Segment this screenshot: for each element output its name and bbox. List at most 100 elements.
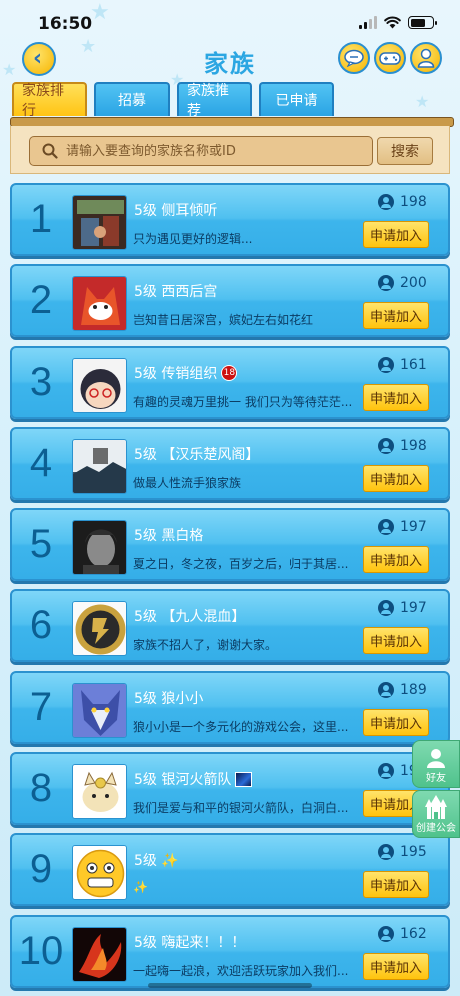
search-icon bbox=[42, 143, 58, 159]
friends-label: 好友 bbox=[426, 773, 446, 784]
member-icon bbox=[378, 275, 394, 292]
search-box bbox=[29, 136, 373, 166]
status-bar: 16:50 bbox=[0, 0, 460, 44]
member-icon bbox=[378, 763, 394, 780]
join-button[interactable]: 申请加入 bbox=[363, 383, 429, 411]
family-description: 岂知昔日居深宫，嫔妃左右如花红 bbox=[133, 313, 314, 328]
rank-number: 3 bbox=[29, 359, 53, 404]
member-count: 161 bbox=[378, 356, 427, 373]
rank-number: 2 bbox=[29, 278, 53, 323]
member-count: 198 bbox=[378, 437, 427, 454]
family-description: 狼小小是一个多元化的游戏公会，这里... bbox=[133, 719, 349, 734]
header: ‹ 家族 bbox=[0, 40, 460, 84]
family-description: 我们是爱与和平的银河火箭队，白洞白... bbox=[133, 801, 349, 816]
join-button[interactable]: 申请加入 bbox=[363, 464, 429, 492]
rank-number: 7 bbox=[29, 684, 53, 729]
table-row[interactable]: 1 5级 侧耳倾听 只为遇见更好的逻辑... 198 申请加入 bbox=[10, 183, 450, 256]
family-avatar bbox=[72, 845, 127, 901]
family-name: 5级 侧耳倾听 bbox=[134, 203, 218, 219]
member-icon bbox=[378, 194, 394, 210]
friends-button[interactable]: 好友 bbox=[412, 740, 460, 788]
family-avatar bbox=[72, 601, 127, 657]
search-input[interactable] bbox=[66, 143, 346, 159]
table-row[interactable]: 4 5级 【汉乐楚风阁】 做最人性流手狼家族 198 申请加入 bbox=[10, 426, 450, 500]
family-description: 有趣的灵魂万里挑一 我们只为等待茫茫... bbox=[133, 394, 353, 409]
tab-recruit[interactable]: 招募 bbox=[94, 82, 170, 116]
join-button[interactable]: 申请加入 bbox=[363, 708, 429, 736]
family-name: 5级 【九人混血】 bbox=[134, 609, 246, 626]
tab-applied[interactable]: 已申请 bbox=[259, 82, 334, 116]
tab-family-recommend[interactable]: 家族推荐 bbox=[177, 82, 252, 119]
rank-number: 5 bbox=[29, 522, 53, 567]
table-row[interactable]: 9 5级 ✨ ✨ 195 申请加入 bbox=[10, 833, 450, 907]
background-star: ★ bbox=[415, 92, 430, 111]
member-count: 189 bbox=[378, 681, 427, 698]
family-name: 5级 嗨起来！！！ bbox=[134, 934, 246, 951]
tab-family-ranking[interactable]: 家族排行 bbox=[12, 82, 87, 119]
chat-button[interactable] bbox=[338, 42, 370, 74]
family-avatar bbox=[72, 357, 127, 413]
rank-number: 8 bbox=[29, 766, 53, 811]
family-avatar bbox=[72, 438, 127, 494]
member-count: 197 bbox=[378, 519, 427, 536]
family-avatar bbox=[72, 682, 127, 738]
gamepad-icon bbox=[379, 52, 401, 65]
age-18-badge-icon: 18 bbox=[221, 364, 238, 381]
join-button[interactable]: 申请加入 bbox=[363, 546, 429, 574]
family-name: 5级 黑白格 bbox=[134, 528, 204, 545]
search-button[interactable]: 搜索 bbox=[377, 137, 433, 165]
join-button[interactable]: 申请加入 bbox=[363, 871, 429, 899]
family-avatar bbox=[72, 764, 127, 820]
member-count: 200 bbox=[378, 275, 427, 292]
table-row[interactable]: 3 5级 传销组织 18 有趣的灵魂万里挑一 我们只为等待茫茫... 161 申请… bbox=[10, 345, 450, 419]
game-button[interactable] bbox=[374, 42, 406, 74]
galaxy-badge-icon bbox=[235, 771, 253, 787]
family-description: 夏之日，冬之夜，百岁之后，归于其居... bbox=[133, 557, 349, 572]
member-count: 197 bbox=[378, 600, 427, 617]
family-name: 5级 传销组织 18 bbox=[134, 363, 238, 383]
table-row[interactable]: 6 5级 【九人混血】 家族不招人了，谢谢大家。 197 申请加入 bbox=[10, 589, 450, 663]
family-name: 5级 银河火箭队 bbox=[134, 769, 253, 789]
home-indicator bbox=[148, 983, 312, 988]
join-button[interactable]: 申请加入 bbox=[363, 627, 429, 655]
member-icon bbox=[378, 600, 394, 617]
profile-button[interactable] bbox=[410, 42, 442, 74]
member-icon bbox=[378, 519, 394, 536]
family-avatar bbox=[72, 276, 127, 332]
member-icon bbox=[378, 844, 394, 861]
family-ranking-list: 1 5级 侧耳倾听 只为遇见更好的逻辑... 198 申请加入 2 5级 西西后… bbox=[10, 183, 450, 996]
family-avatar bbox=[72, 520, 127, 576]
join-button[interactable]: 申请加入 bbox=[363, 952, 429, 980]
rank-number: 6 bbox=[29, 603, 53, 648]
join-button[interactable]: 申请加入 bbox=[363, 302, 429, 330]
family-name: 5级 ✨ bbox=[134, 853, 179, 870]
member-icon bbox=[378, 925, 394, 942]
friends-icon bbox=[427, 749, 445, 768]
table-row[interactable]: 7 5级 狼小小 狼小小是一个多元化的游戏公会，这里... 189 申请加入 bbox=[10, 670, 450, 744]
member-count: 198 bbox=[378, 194, 427, 210]
castle-icon bbox=[425, 795, 447, 819]
family-description: 一起嗨一起浪，欢迎活跃玩家加入我们... bbox=[133, 963, 349, 978]
chat-bubble-icon bbox=[344, 49, 364, 67]
family-description: 家族不招人了，谢谢大家。 bbox=[133, 638, 278, 653]
wifi-icon bbox=[384, 16, 401, 29]
family-name: 5级 西西后宫 bbox=[134, 284, 218, 301]
person-icon bbox=[417, 48, 435, 68]
member-icon bbox=[378, 356, 394, 373]
table-row[interactable]: 8 5级 银河火箭队 我们是爱与和平的银河火箭队，白洞白... 19 申请加入 bbox=[10, 752, 450, 826]
member-icon bbox=[378, 437, 394, 454]
family-avatar bbox=[72, 195, 127, 250]
table-row[interactable]: 5 5级 黑白格 夏之日，冬之夜，百岁之后，归于其居... 197 申请加入 bbox=[10, 508, 450, 582]
family-avatar bbox=[72, 926, 127, 982]
search-area: 搜索 bbox=[10, 126, 450, 174]
family-description: 只为遇见更好的逻辑... bbox=[133, 232, 253, 246]
join-button[interactable]: 申请加入 bbox=[363, 221, 429, 248]
member-icon bbox=[378, 681, 394, 698]
member-count: 195 bbox=[378, 844, 427, 861]
family-description: ✨ bbox=[133, 880, 148, 895]
family-name: 5级 【汉乐楚风阁】 bbox=[134, 446, 260, 463]
create-guild-button[interactable]: 创建公会 bbox=[412, 790, 460, 838]
table-row[interactable]: 10 5级 嗨起来！！！ 一起嗨一起浪，欢迎活跃玩家加入我们... 162 申请… bbox=[10, 914, 450, 988]
table-row[interactable]: 2 5级 西西后宫 岂知昔日居深宫，嫔妃左右如花红 200 申请加入 bbox=[10, 264, 450, 338]
rank-number: 10 bbox=[18, 928, 64, 973]
